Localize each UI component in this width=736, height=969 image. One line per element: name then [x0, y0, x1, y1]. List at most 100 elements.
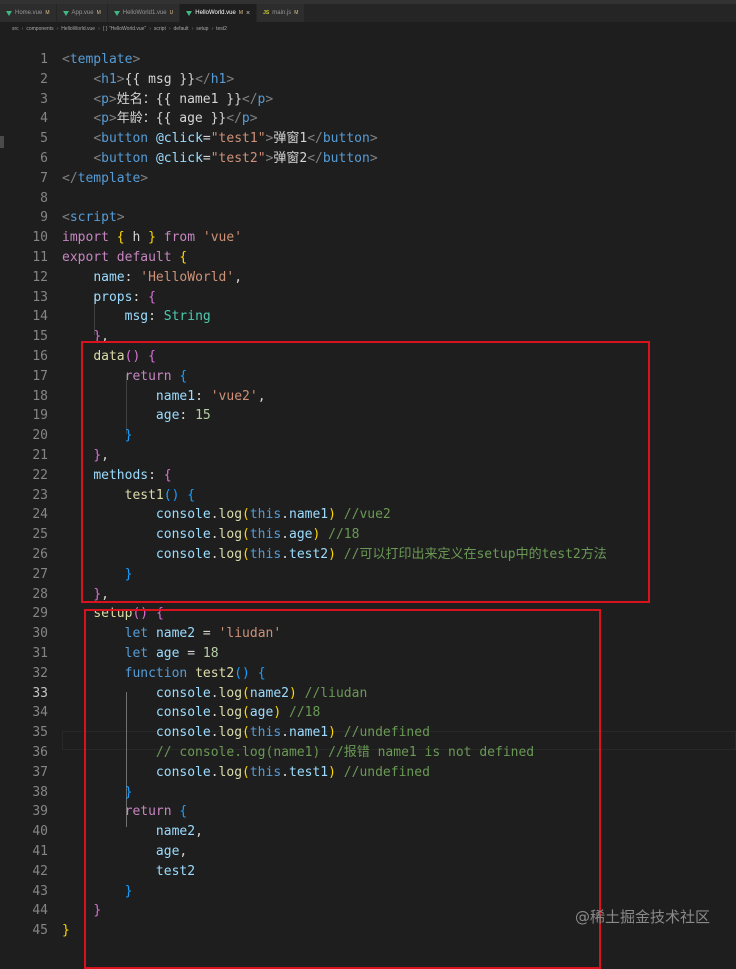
code-token: button	[322, 151, 370, 166]
code-token: console	[155, 705, 211, 721]
code-token: <	[62, 52, 70, 67]
line-number: 40	[32, 824, 48, 840]
breadcrumb-item[interactable]: components	[26, 26, 53, 32]
code-token: return	[124, 368, 172, 384]
code-token: name1	[289, 725, 329, 741]
breadcrumb-item[interactable]: test2	[216, 26, 227, 32]
code-token: (	[242, 705, 250, 721]
code-text: },	[62, 327, 109, 347]
line-number: 43	[32, 883, 48, 899]
code-line: 35 console.log(this.name1) //undefined	[0, 723, 736, 743]
code-token: age	[155, 844, 180, 859]
code-token: {	[148, 289, 156, 305]
code-line: 6 <button @click="test2">弹窗2</button>	[0, 149, 736, 169]
code-token: console	[155, 547, 211, 562]
close-icon[interactable]: ×	[246, 10, 250, 17]
tab-app-vue[interactable]: App.vue M	[56, 4, 108, 22]
code-text: }	[62, 921, 70, 941]
code-token: :	[195, 388, 211, 404]
code-line: 36 // console.log(name1) //报错 name1 is n…	[0, 743, 736, 763]
code-text: </template>	[62, 169, 148, 189]
code-token: )	[273, 705, 282, 721]
code-token: 姓名：{{ name1 }}	[116, 91, 242, 107]
code-token: //18	[289, 705, 321, 721]
code-line: 5 <button @click="test1">弹窗1</button>	[0, 129, 736, 149]
code-token: </	[62, 170, 78, 186]
code-token: )	[328, 547, 336, 562]
line-number: 15	[32, 329, 48, 345]
breadcrumb-item[interactable]: HelloWorld.vue	[61, 26, 95, 32]
tab-helloworld-vue[interactable]: HelloWorld.vue M ×	[180, 4, 258, 22]
code-token: :	[132, 289, 149, 305]
code-token: }	[93, 329, 102, 345]
editor-tab-bar: Home.vue M App.vue M HelloWorld1.vue U HelloWo…	[0, 4, 736, 22]
code-token: (	[242, 685, 250, 701]
code-token: {	[257, 665, 266, 681]
chevron-right-icon: ›	[98, 26, 100, 32]
code-token: //可以打印出来定义在setup中的test2方法	[343, 547, 607, 562]
code-line: 10 import { h } from 'vue'	[0, 228, 736, 248]
tab-git-status: M	[238, 10, 244, 16]
code-text: // console.log(name1) //报错 name1 is not …	[62, 743, 534, 763]
code-token: :	[124, 269, 141, 285]
breadcrumb-item[interactable]: script	[154, 26, 166, 32]
code-line: 25 console.log(this.age) //18	[0, 525, 736, 545]
code-line: 42 test2	[0, 862, 736, 882]
code-token: {	[116, 230, 125, 246]
code-token: log	[218, 705, 243, 721]
line-number: 9	[40, 210, 48, 226]
line-number: 14	[32, 309, 48, 325]
code-line: 11 export default {	[0, 248, 736, 268]
code-token: name2	[249, 685, 289, 701]
code-line: 15 },	[0, 327, 736, 347]
code-token: .	[281, 507, 289, 523]
code-token: <	[93, 131, 102, 147]
tab-label: Home.vue	[15, 10, 43, 16]
tab-home-vue[interactable]: Home.vue M	[0, 4, 57, 22]
code-editor[interactable]: 1 <template> 2 <h1>{{ msg }}</h1> 3 <p>姓名：{…	[0, 48, 736, 969]
line-number: 20	[32, 428, 48, 444]
code-text: }	[62, 783, 133, 803]
tab-helloworld1-vue[interactable]: HelloWorld1.vue U	[107, 4, 181, 22]
code-token: )	[328, 764, 336, 780]
breadcrumb-item[interactable]: setup	[196, 26, 208, 32]
breadcrumb-item[interactable]: src	[12, 26, 19, 32]
code-token: test1	[289, 764, 329, 780]
code-token: @click	[155, 131, 203, 147]
code-text: <button @click="test2">弹窗2</button>	[62, 149, 377, 169]
code-token: {{ msg }}	[124, 71, 196, 87]
breadcrumb-item[interactable]: default	[174, 26, 189, 32]
code-token: this	[249, 507, 282, 523]
line-number: 7	[40, 170, 48, 186]
code-line: 27 }	[0, 565, 736, 585]
code-token: >	[132, 52, 141, 67]
vue-icon	[113, 10, 120, 16]
code-token: {	[179, 804, 188, 820]
tab-main-js[interactable]: JS main.js M	[257, 4, 306, 22]
code-token: from	[163, 230, 196, 246]
code-token: h	[124, 230, 149, 246]
code-token: )	[328, 507, 336, 523]
line-number: 25	[32, 527, 48, 543]
line-number: 29	[32, 606, 48, 622]
code-text: },	[62, 585, 109, 605]
line-number: 6	[40, 151, 48, 166]
code-token: name2	[155, 824, 196, 840]
code-token: }	[148, 230, 156, 246]
breadcrumb-item[interactable]: { } "HelloWorld.vue"	[103, 26, 146, 32]
line-number: 34	[32, 705, 48, 721]
code-text: <template>	[62, 50, 140, 70]
code-token: test2	[155, 863, 196, 879]
